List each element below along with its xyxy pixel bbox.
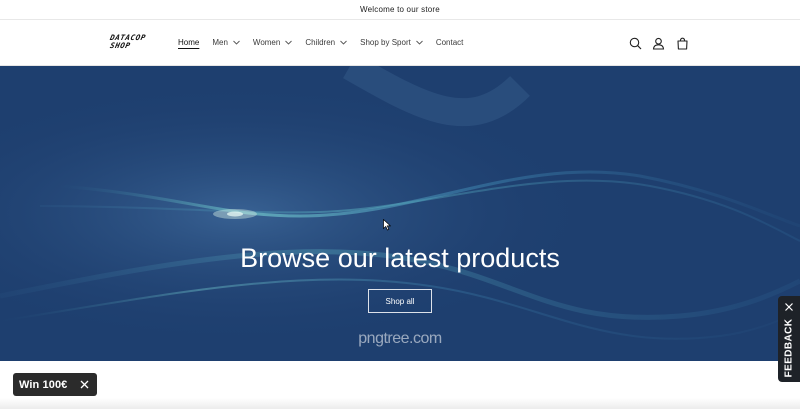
hero-title: Browse our latest products xyxy=(240,243,560,273)
nav-label: Women xyxy=(252,38,281,47)
shop-all-button[interactable]: Shop all xyxy=(368,289,432,313)
cart-icon xyxy=(676,37,688,50)
header-icons xyxy=(626,34,697,52)
chevron-down-icon xyxy=(285,40,293,45)
nav-label: Children xyxy=(305,38,336,47)
announcement-text: Welcome to our store xyxy=(360,5,440,14)
announcement-bar: Welcome to our store xyxy=(0,0,800,20)
win-promo-label: Win 100€ xyxy=(19,378,68,391)
hero-banner: pngtree.com Browse our latest products S… xyxy=(0,66,800,361)
search-button[interactable] xyxy=(626,34,644,52)
close-icon[interactable] xyxy=(79,379,90,390)
search-icon xyxy=(629,37,641,49)
chevron-down-icon xyxy=(340,40,347,45)
nav-item-men[interactable]: Men xyxy=(212,38,240,47)
chevron-down-icon xyxy=(416,40,423,45)
win-promo-badge[interactable]: Win 100€ xyxy=(13,373,97,396)
section-divider xyxy=(0,398,800,409)
logo-line-2: SHOP xyxy=(109,41,132,50)
feedback-label: FEEDBACK xyxy=(783,318,795,378)
nav-item-children[interactable]: Children xyxy=(305,38,347,47)
hero-background-waves xyxy=(0,66,800,361)
nav-label: Shop by Sport xyxy=(360,38,411,47)
nav-label: Men xyxy=(212,38,228,47)
nav-label: Home xyxy=(178,38,200,47)
feedback-tab[interactable]: FEEDBACK xyxy=(778,296,800,382)
nav-item-contact[interactable]: Contact xyxy=(436,38,464,47)
store-logo[interactable]: DATACOP SHOP xyxy=(109,33,156,52)
nav-item-shop-by-sport[interactable]: Shop by Sport xyxy=(360,38,423,47)
main-navigation: Home Men Women Children Shop by Sport Co… xyxy=(178,20,476,65)
mouse-cursor-icon xyxy=(383,219,391,231)
chevron-down-icon xyxy=(233,40,240,45)
site-header: DATACOP SHOP Home Men Women Children Sho… xyxy=(0,20,800,66)
nav-item-home[interactable]: Home xyxy=(178,38,199,47)
account-icon xyxy=(652,37,665,50)
close-icon[interactable] xyxy=(784,302,794,312)
watermark-text: pngtree.com xyxy=(358,330,442,347)
account-button[interactable] xyxy=(650,34,668,52)
nav-item-women[interactable]: Women xyxy=(252,38,293,47)
cart-button[interactable] xyxy=(673,34,691,52)
nav-label: Contact xyxy=(435,38,464,47)
